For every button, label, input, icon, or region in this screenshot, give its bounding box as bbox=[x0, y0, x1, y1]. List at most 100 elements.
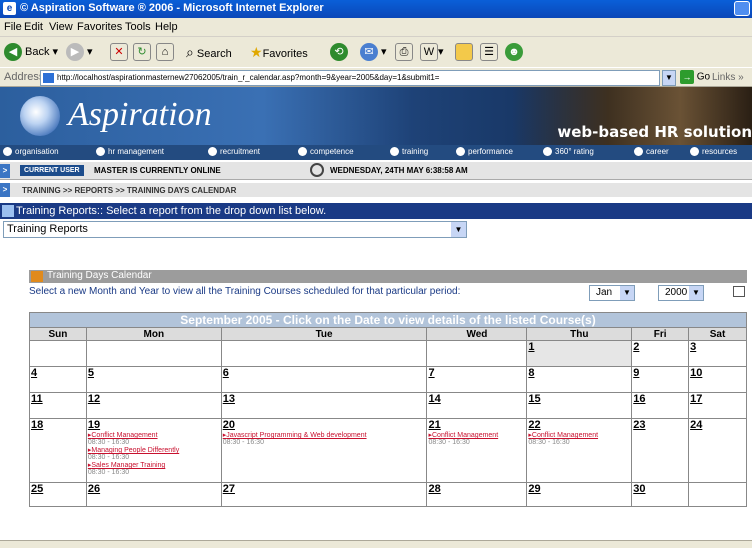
menu-edit[interactable]: Edit bbox=[24, 21, 43, 33]
nav-recruitment[interactable]: recruitment bbox=[208, 147, 260, 157]
nav-performance[interactable]: performance bbox=[456, 147, 513, 157]
day-number-link[interactable]: 27 bbox=[222, 483, 427, 495]
day-number-link[interactable]: 10 bbox=[689, 367, 746, 379]
day-number-link[interactable]: 2 bbox=[632, 341, 688, 353]
links-button[interactable]: Links » bbox=[712, 72, 744, 83]
calendar-day-cell[interactable]: 25 bbox=[29, 482, 87, 507]
day-number-link[interactable]: 8 bbox=[527, 367, 631, 379]
calendar-day-cell[interactable]: 10 bbox=[688, 366, 747, 393]
nav-career[interactable]: career bbox=[634, 147, 669, 157]
research-button[interactable]: ☰ bbox=[480, 42, 498, 62]
calendar-day-cell[interactable]: 4 bbox=[29, 366, 87, 393]
day-number-link[interactable]: 29 bbox=[527, 483, 631, 495]
mail-button[interactable]: ✉ ▾ bbox=[360, 42, 387, 62]
day-number-link[interactable]: 25 bbox=[30, 483, 86, 495]
calendar-day-cell[interactable]: 1 bbox=[526, 340, 633, 367]
calendar-day-cell[interactable]: 21Conflict Management08:30 - 16:30 bbox=[426, 418, 528, 483]
history-button[interactable]: ⟲ bbox=[330, 42, 351, 62]
calendar-day-cell[interactable]: 27 bbox=[220, 482, 428, 507]
day-number-link[interactable]: 12 bbox=[87, 393, 221, 405]
day-number-link[interactable]: 17 bbox=[689, 393, 746, 405]
submit-icon[interactable] bbox=[733, 286, 745, 297]
course-link[interactable]: Conflict Management bbox=[527, 431, 631, 439]
nav-360-rating[interactable]: 360° rating bbox=[543, 147, 594, 157]
home-button[interactable]: ⌂ bbox=[156, 42, 174, 62]
chevron-down-icon[interactable]: ▼ bbox=[689, 286, 703, 300]
report-select[interactable]: Training Reports ▼ bbox=[3, 221, 467, 238]
day-number-link[interactable]: 30 bbox=[632, 483, 688, 495]
refresh-button[interactable]: ↻ bbox=[133, 42, 151, 62]
calendar-day-cell[interactable]: 24 bbox=[688, 418, 747, 483]
calendar-day-cell[interactable]: 22Conflict Management08:30 - 16:30 bbox=[526, 418, 633, 483]
calendar-day-cell[interactable]: 19Conflict Management08:30 - 16:30Managi… bbox=[85, 418, 222, 483]
month-select[interactable]: Jan ▼ bbox=[589, 285, 635, 301]
menu-file[interactable]: File bbox=[4, 21, 22, 33]
calendar-day-cell[interactable]: 5 bbox=[85, 366, 222, 393]
calendar-day-cell[interactable]: 16 bbox=[631, 392, 690, 419]
day-number-link[interactable]: 15 bbox=[527, 393, 631, 405]
nav-hr-management[interactable]: hr management bbox=[96, 147, 164, 157]
menu-tools[interactable]: Tools bbox=[125, 21, 151, 33]
calendar-day-cell[interactable]: 14 bbox=[426, 392, 528, 419]
course-link[interactable]: Conflict Management bbox=[427, 431, 526, 439]
chevron-down-icon[interactable]: ▼ bbox=[451, 222, 466, 237]
day-number-link[interactable]: 28 bbox=[427, 483, 526, 495]
course-link[interactable]: Sales Manager Training bbox=[87, 461, 221, 469]
day-number-link[interactable]: 5 bbox=[87, 367, 221, 379]
address-dropdown-icon[interactable]: ▼ bbox=[662, 70, 676, 86]
day-number-link[interactable]: 7 bbox=[427, 367, 526, 379]
nav-resources[interactable]: resources bbox=[690, 147, 737, 157]
messenger-button[interactable]: ☻ bbox=[505, 42, 526, 62]
menu-favorites[interactable]: Favorites bbox=[77, 21, 122, 33]
calendar-day-cell[interactable]: 20Javascript Programming & Web developme… bbox=[220, 418, 428, 483]
calendar-day-cell[interactable]: 28 bbox=[426, 482, 528, 507]
course-link[interactable]: Managing People Differently bbox=[87, 446, 221, 454]
nav-training[interactable]: training bbox=[390, 147, 428, 157]
day-number-link[interactable]: 11 bbox=[30, 393, 86, 405]
year-select[interactable]: 2000 ▼ bbox=[658, 285, 704, 301]
back-button[interactable]: ◀ Back ▾ bbox=[4, 42, 58, 62]
day-number-link[interactable]: 3 bbox=[689, 341, 746, 353]
calendar-day-cell[interactable]: 29 bbox=[526, 482, 633, 507]
day-number-link[interactable]: 22 bbox=[527, 419, 631, 431]
stop-button[interactable]: ✕ bbox=[110, 42, 128, 62]
calendar-day-cell[interactable]: 6 bbox=[220, 366, 428, 393]
favorites-button[interactable]: ★Favorites bbox=[250, 42, 308, 62]
day-number-link[interactable]: 24 bbox=[689, 419, 746, 431]
print-button[interactable]: ⎙ bbox=[395, 42, 413, 62]
calendar-day-cell[interactable]: 15 bbox=[526, 392, 633, 419]
calendar-day-cell[interactable]: 13 bbox=[220, 392, 428, 419]
menu-help[interactable]: Help bbox=[155, 21, 178, 33]
course-link[interactable]: Conflict Management bbox=[87, 431, 221, 439]
day-number-link[interactable]: 23 bbox=[632, 419, 688, 431]
calendar-day-cell[interactable]: 3 bbox=[688, 340, 747, 367]
forward-button[interactable]: ▶ ▾ bbox=[66, 42, 93, 62]
day-number-link[interactable]: 4 bbox=[30, 367, 86, 379]
calendar-day-cell[interactable]: 11 bbox=[29, 392, 87, 419]
day-number-link[interactable]: 16 bbox=[632, 393, 688, 405]
go-button[interactable]: → Go bbox=[680, 70, 710, 84]
calendar-day-cell[interactable]: 8 bbox=[526, 366, 633, 393]
day-number-link[interactable]: 20 bbox=[222, 419, 427, 431]
discuss-button[interactable] bbox=[455, 42, 473, 62]
search-button[interactable]: ⌕ Search bbox=[186, 42, 232, 62]
chevron-down-icon[interactable]: ▼ bbox=[620, 286, 634, 300]
course-link[interactable]: Javascript Programming & Web development bbox=[222, 431, 427, 439]
calendar-day-cell[interactable]: 18 bbox=[29, 418, 87, 483]
day-number-link[interactable]: 18 bbox=[30, 419, 86, 431]
day-number-link[interactable]: 1 bbox=[527, 341, 631, 353]
nav-organisation[interactable]: organisation bbox=[3, 147, 59, 157]
day-number-link[interactable]: 26 bbox=[87, 483, 221, 495]
day-number-link[interactable]: 9 bbox=[632, 367, 688, 379]
menu-view[interactable]: View bbox=[49, 21, 73, 33]
calendar-day-cell[interactable]: 17 bbox=[688, 392, 747, 419]
nav-competence[interactable]: competence bbox=[298, 147, 354, 157]
minimize-button[interactable] bbox=[734, 1, 750, 16]
calendar-day-cell[interactable]: 9 bbox=[631, 366, 690, 393]
address-input[interactable]: http://localhost/aspirationmasternew2706… bbox=[40, 70, 660, 86]
day-number-link[interactable]: 14 bbox=[427, 393, 526, 405]
calendar-day-cell[interactable]: 26 bbox=[85, 482, 222, 507]
calendar-day-cell[interactable]: 30 bbox=[631, 482, 690, 507]
day-number-link[interactable]: 19 bbox=[87, 419, 221, 431]
calendar-day-cell[interactable]: 23 bbox=[631, 418, 690, 483]
